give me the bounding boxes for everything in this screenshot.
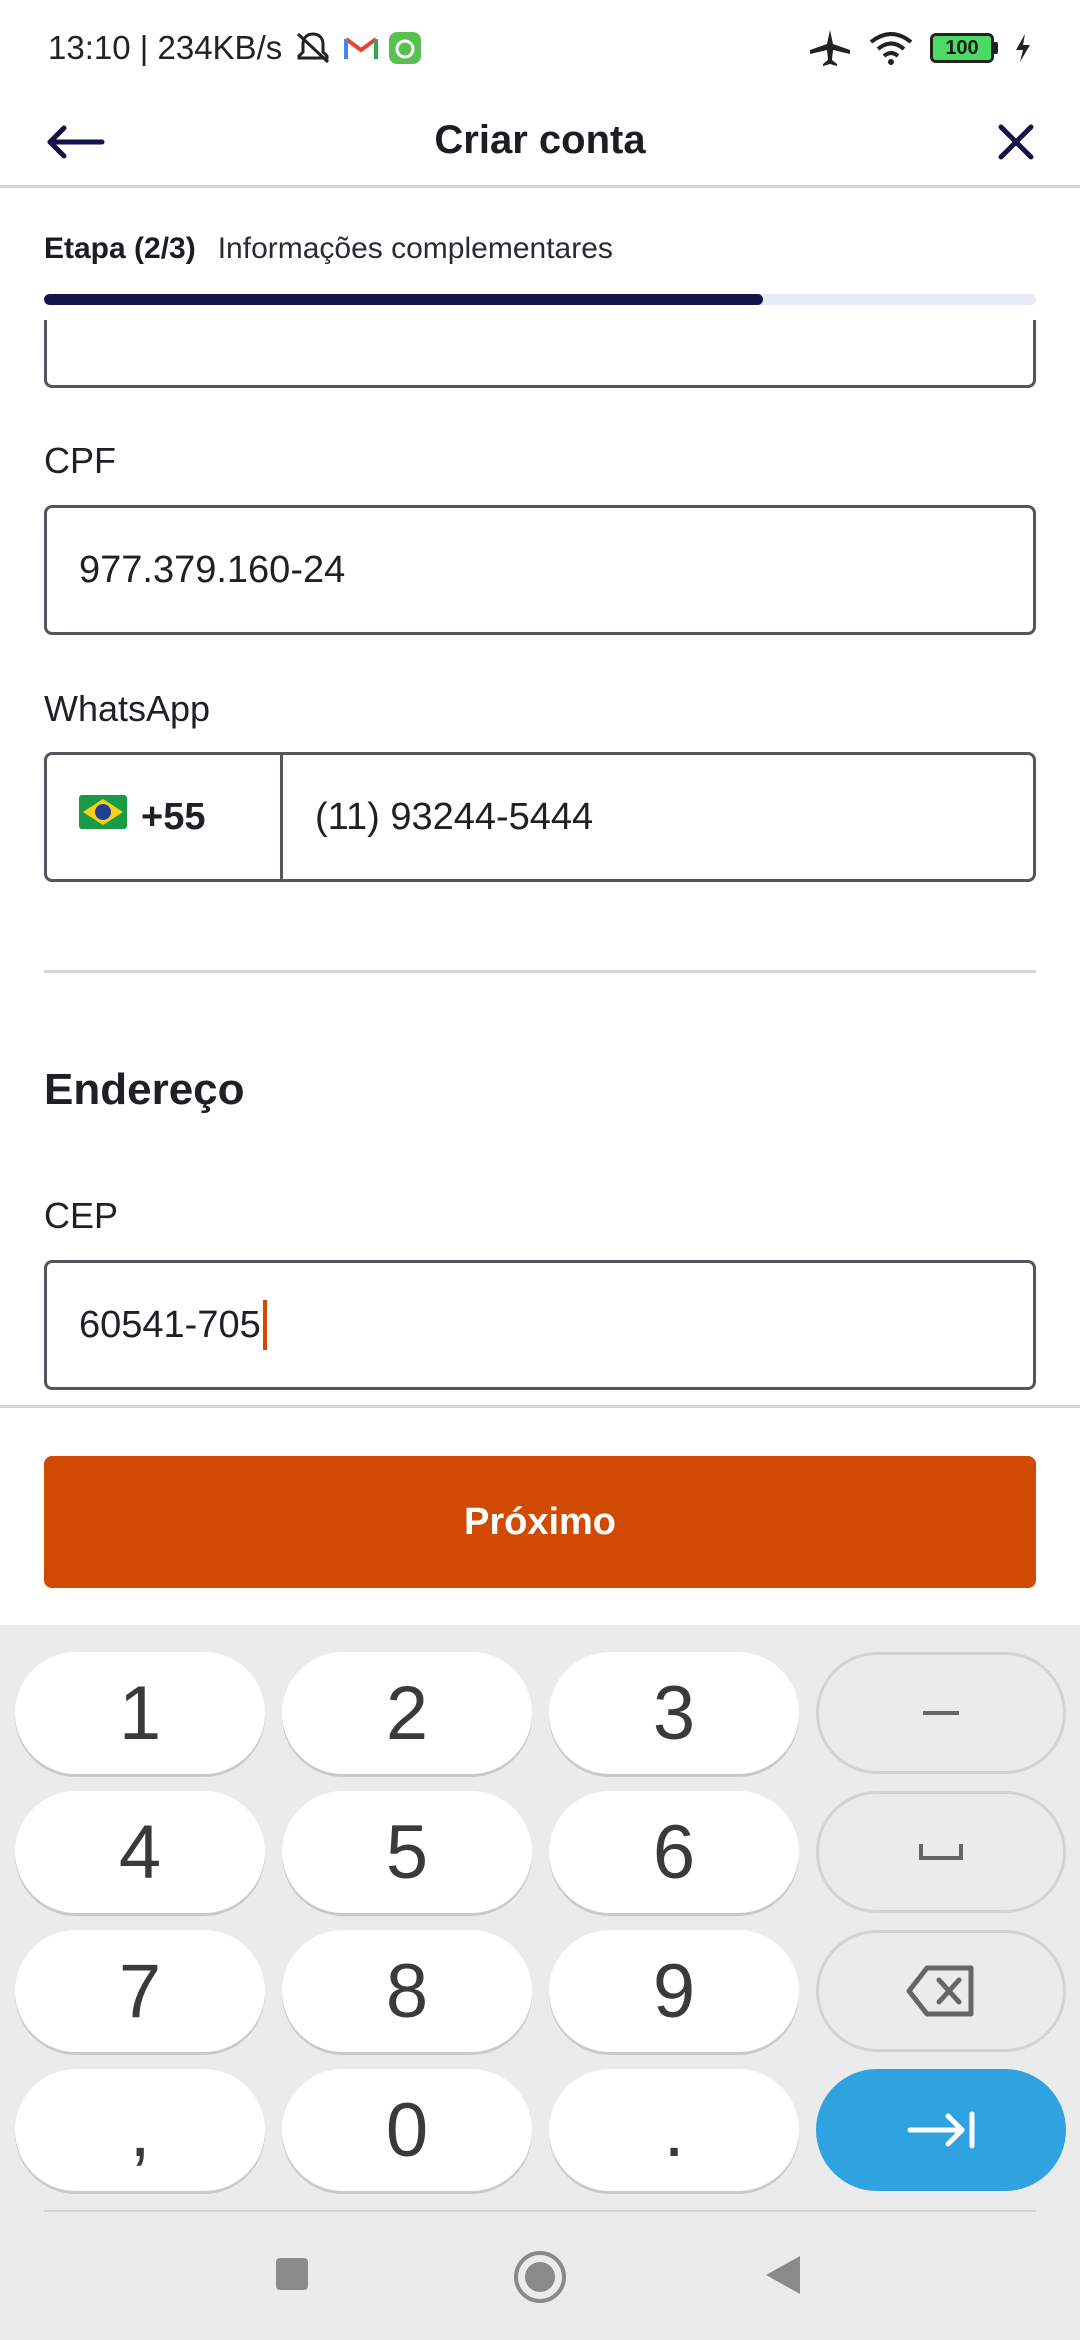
step-progress-fill	[44, 294, 764, 305]
dash-icon	[923, 1711, 959, 1715]
app-notification-icon	[388, 31, 422, 65]
recent-apps-button[interactable]	[274, 2256, 310, 2292]
key-2[interactable]: 2	[282, 1652, 532, 1774]
app-bar: Criar conta	[0, 96, 1080, 188]
close-icon	[998, 124, 1034, 160]
whatsapp-field: +55 (11) 93244-5444	[44, 752, 1036, 882]
key-3[interactable]: 3	[549, 1652, 799, 1774]
key-9[interactable]: 9	[549, 1930, 799, 2052]
key-8[interactable]: 8	[282, 1930, 532, 2052]
battery-icon: 100	[930, 33, 998, 63]
next-button[interactable]: Próximo	[44, 1456, 1036, 1588]
text-cursor	[262, 1300, 267, 1350]
key-space[interactable]	[816, 1791, 1066, 1913]
step-header: Etapa (2/3) Informações complementares	[44, 232, 613, 266]
key-0[interactable]: 0	[282, 2069, 532, 2191]
status-bar: 13:10 | 234KB/s 100	[0, 0, 1080, 96]
step-description: Informações complementares	[217, 232, 613, 265]
previous-field-bottom[interactable]	[44, 320, 1036, 388]
key-7[interactable]: 7	[15, 1930, 265, 2052]
home-button[interactable]	[513, 2250, 567, 2304]
status-time-speed: 13:10 | 234KB/s	[48, 29, 283, 66]
backspace-icon	[906, 1965, 974, 2017]
charging-icon	[1014, 33, 1032, 63]
status-right: 100	[808, 28, 1032, 68]
numeric-keyboard: 1 2 3 4 5 6 7 8 9 , 0 .	[0, 1625, 1080, 2340]
arrow-left-icon	[47, 125, 105, 159]
key-backspace[interactable]	[816, 1930, 1066, 2052]
tab-arrow-icon	[907, 2111, 975, 2149]
key-4[interactable]: 4	[15, 1791, 265, 1913]
key-6[interactable]: 6	[549, 1791, 799, 1913]
recent-apps-icon	[276, 2258, 308, 2290]
key-dash[interactable]	[816, 1652, 1066, 1774]
phone-value: (11) 93244-5444	[315, 795, 594, 838]
system-back-button[interactable]	[764, 2254, 802, 2296]
step-label: Etapa (2/3)	[44, 232, 196, 265]
address-section-title: Endereço	[44, 1065, 245, 1114]
cep-field[interactable]: 60541-705	[44, 1260, 1036, 1390]
mute-icon	[292, 30, 334, 66]
cpf-field[interactable]: 977.379.160-24	[44, 505, 1036, 635]
cpf-value: 977.379.160-24	[79, 548, 346, 591]
key-period[interactable]: .	[549, 2069, 799, 2191]
form-scroll-area[interactable]: CPF 977.379.160-24 WhatsApp +55 (11) 932…	[0, 320, 1080, 1405]
key-comma[interactable]: ,	[15, 2069, 265, 2191]
cep-label: CEP	[44, 1195, 119, 1236]
country-code-selector[interactable]: +55	[47, 755, 283, 879]
section-divider	[44, 970, 1036, 973]
home-icon	[514, 2251, 566, 2303]
close-button[interactable]	[980, 114, 1052, 170]
key-next-field[interactable]	[816, 2069, 1066, 2191]
key-5[interactable]: 5	[282, 1791, 532, 1913]
country-code: +55	[141, 795, 206, 838]
key-1[interactable]: 1	[15, 1652, 265, 1774]
space-icon	[919, 1844, 963, 1860]
cpf-label: CPF	[44, 440, 116, 481]
bottom-action-bar: Próximo	[0, 1405, 1080, 1625]
whatsapp-label: WhatsApp	[44, 688, 211, 729]
airplane-mode-icon	[808, 28, 852, 68]
gmail-icon	[344, 35, 379, 61]
battery-level: 100	[945, 36, 979, 59]
phone-input[interactable]: (11) 93244-5444	[283, 755, 1033, 879]
back-button[interactable]	[40, 114, 112, 170]
wifi-icon	[868, 30, 914, 66]
back-triangle-icon	[766, 2256, 800, 2294]
brazil-flag-icon	[79, 795, 127, 839]
system-nav-bar	[0, 2212, 1080, 2340]
cep-value: 60541-705	[79, 1303, 261, 1346]
step-progress-bar	[44, 294, 1036, 305]
next-button-label: Próximo	[463, 1500, 617, 1543]
page-title: Criar conta	[434, 118, 646, 162]
status-left: 13:10 | 234KB/s	[48, 29, 422, 67]
